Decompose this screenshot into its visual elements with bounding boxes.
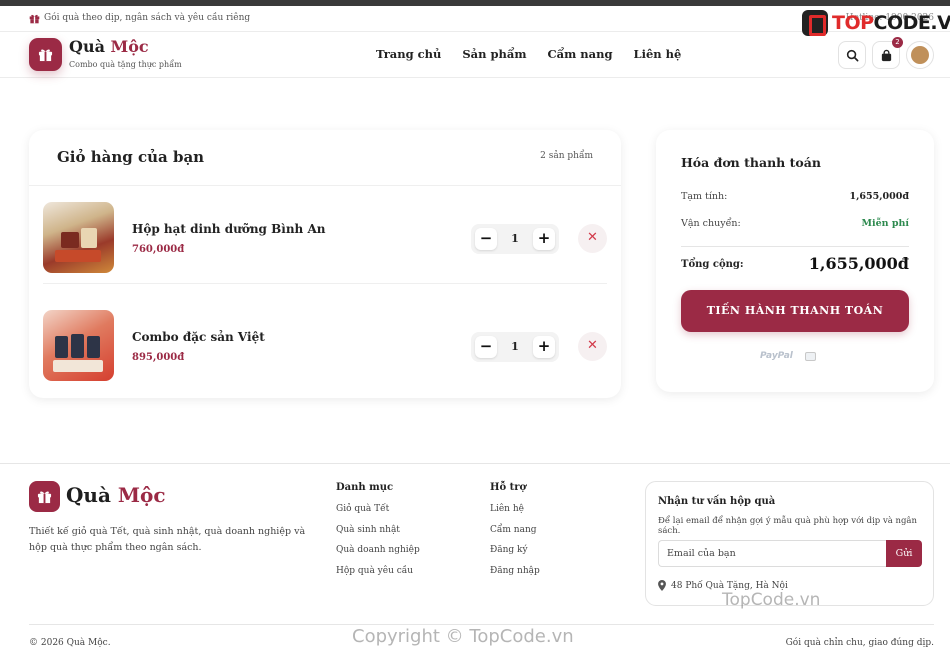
footer-categories: Danh mục Giỏ quà Tết Quà sinh nhật Quà d… xyxy=(336,482,420,586)
cart-button[interactable]: 2 xyxy=(872,37,903,69)
newsletter-description: Để lại email để nhận gợi ý mẫu quà phù h… xyxy=(658,516,917,536)
gift-icon xyxy=(38,49,53,62)
nav-home[interactable]: Trang chủ xyxy=(376,47,441,61)
cart-header: Giỏ hàng của bạn 2 sản phẩm xyxy=(29,130,621,186)
payment-methods: PayPal xyxy=(760,351,816,361)
cart-item-count: 2 sản phẩm xyxy=(540,151,593,161)
footer-categories-title: Danh mục xyxy=(336,482,394,493)
footer-support-title: Hỗ trợ xyxy=(490,482,527,493)
paypal-logo: PayPal xyxy=(760,351,793,361)
summary-title: Hóa đơn thanh toán xyxy=(681,155,821,170)
footer-link[interactable]: Đăng nhập xyxy=(490,566,540,587)
brand-tagline: Combo quà tặng thực phẩm xyxy=(69,60,182,69)
quantity-value: 1 xyxy=(511,232,519,245)
brand-name[interactable]: Quà Mộc xyxy=(69,37,149,56)
footer-copyright: © 2026 Quà Mộc. xyxy=(29,638,111,648)
specialty-combo-image[interactable] xyxy=(43,310,114,381)
footer-link[interactable]: Quà sinh nhật xyxy=(336,525,420,546)
quantity-value: 1 xyxy=(511,340,519,353)
shopping-bag-icon xyxy=(881,49,892,62)
remove-item-button[interactable]: ✕ xyxy=(578,332,607,361)
search-icon xyxy=(846,49,859,62)
subtotal-value: 1,655,000đ xyxy=(849,191,909,202)
brand-logo[interactable] xyxy=(29,38,62,71)
main-navbar: Quà Mộc Combo quà tặng thực phẩm Trang c… xyxy=(0,32,950,78)
footer-link[interactable]: Hộp quà yêu cầu xyxy=(336,566,420,587)
footer-description: Thiết kế giỏ quà Tết, quà sinh nhật, quà… xyxy=(29,526,306,553)
newsletter-title: Nhận tư vấn hộp quà xyxy=(658,496,776,507)
footer-brand-logo[interactable] xyxy=(29,481,60,512)
footer-link[interactable]: Quà doanh nghiệp xyxy=(336,545,420,566)
footer-slogan: Gói quà chỉn chu, giao đúng dịp. xyxy=(785,638,934,648)
footer-divider xyxy=(29,624,934,625)
subtotal-row: Tạm tính: 1,655,000đ xyxy=(681,191,909,202)
increase-quantity-button[interactable]: + xyxy=(533,336,555,358)
footer-support: Hỗ trợ Liên hệ Cẩm nang Đăng ký Đăng nhậ… xyxy=(490,482,540,586)
store-address-text: 48 Phố Quà Tặng, Hà Nội xyxy=(671,580,788,591)
increase-quantity-button[interactable]: + xyxy=(533,228,555,250)
shipping-label: Vận chuyển: xyxy=(681,218,741,229)
gift-icon xyxy=(29,14,40,24)
card-payment-icon xyxy=(804,351,816,361)
quantity-stepper: − 1 + xyxy=(471,332,559,362)
cart-item: Combo đặc sản Việt 895,000đ − 1 + ✕ xyxy=(43,302,607,392)
cart-count-badge: 2 xyxy=(892,37,903,48)
gift-icon xyxy=(37,491,52,504)
nav-contact[interactable]: Liên hệ xyxy=(634,47,682,61)
cart-item-name[interactable]: Hộp hạt dinh dưỡng Bình An xyxy=(132,222,325,236)
decrease-quantity-button[interactable]: − xyxy=(475,228,497,250)
announcement-text: Gói quà theo dịp, ngân sách và yêu cầu r… xyxy=(44,13,251,23)
nav-products[interactable]: Sản phẩm xyxy=(462,47,526,61)
search-button[interactable] xyxy=(838,41,866,69)
footer-link[interactable]: Liên hệ xyxy=(490,504,540,525)
total-label: Tổng cộng: xyxy=(681,259,744,270)
total-row: Tổng cộng: 1,655,000đ xyxy=(681,254,909,276)
newsletter-email-input[interactable] xyxy=(658,540,887,567)
gift-basket-image[interactable] xyxy=(43,202,114,273)
newsletter-box: Nhận tư vấn hộp quà Để lại email để nhận… xyxy=(645,481,934,606)
watermark-copyright: Copyright © TopCode.vn xyxy=(352,626,574,647)
order-summary-panel: Hóa đơn thanh toán Tạm tính: 1,655,000đ … xyxy=(656,130,934,392)
subtotal-label: Tạm tính: xyxy=(681,191,728,202)
total-value: 1,655,000đ xyxy=(808,254,909,273)
footer-link[interactable]: Giỏ quà Tết xyxy=(336,504,420,525)
cart-title: Giỏ hàng của bạn xyxy=(57,148,205,166)
decrease-quantity-button[interactable]: − xyxy=(475,336,497,358)
nav-links: Trang chủ Sản phẩm Cẩm nang Liên hệ xyxy=(376,47,681,61)
newsletter-submit-button[interactable]: Gửi xyxy=(886,540,922,567)
nav-guide[interactable]: Cẩm nang xyxy=(548,47,613,61)
quantity-stepper: − 1 + xyxy=(471,224,559,254)
shipping-value: Miễn phí xyxy=(861,218,909,229)
footer-brand-name[interactable]: Quà Mộc xyxy=(66,483,166,507)
summary-divider xyxy=(681,246,909,247)
cart-item-price: 760,000đ xyxy=(132,244,185,255)
footer-link[interactable]: Cẩm nang xyxy=(490,525,540,546)
footer-link[interactable]: Đăng ký xyxy=(490,545,540,566)
cart-item-price: 895,000đ xyxy=(132,352,185,363)
cart-panel: Giỏ hàng của bạn 2 sản phẩm Hộp hạt dinh… xyxy=(29,130,621,398)
watermark-logo-text: TOPCODE.VN xyxy=(832,12,950,34)
avatar[interactable] xyxy=(906,41,934,69)
watermark-text: TopCode.vn xyxy=(722,590,821,610)
cart-item: Hộp hạt dinh dưỡng Bình An 760,000đ − 1 … xyxy=(43,194,607,284)
shipping-row: Vận chuyển: Miễn phí xyxy=(681,218,909,229)
remove-item-button[interactable]: ✕ xyxy=(578,224,607,253)
map-pin-icon xyxy=(658,580,666,591)
cart-item-name[interactable]: Combo đặc sản Việt xyxy=(132,330,265,344)
checkout-button[interactable]: TIẾN HÀNH THANH TOÁN xyxy=(681,290,909,332)
